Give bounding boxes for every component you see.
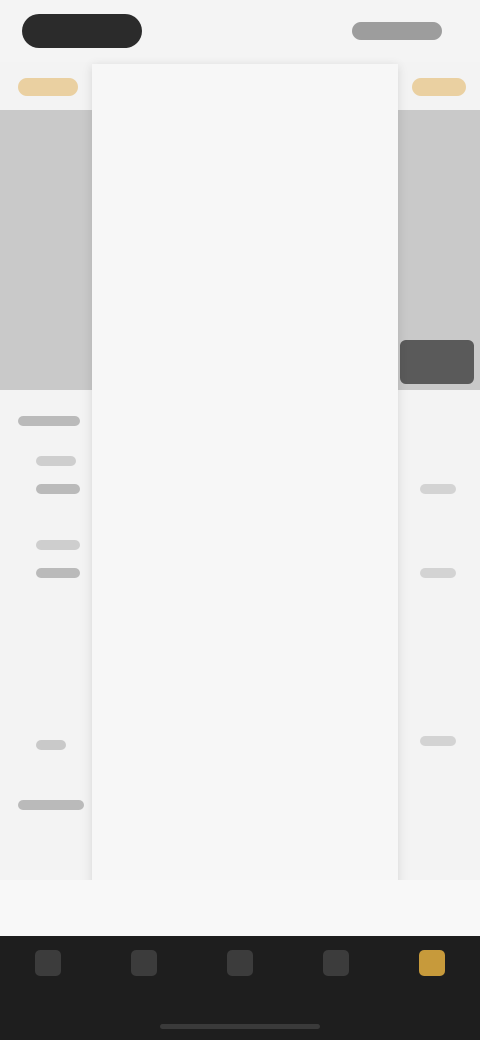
background-accent-label: [18, 78, 78, 96]
dropdown-item[interactable]: [92, 124, 398, 172]
dropdown-item[interactable]: [92, 314, 398, 362]
dropdown-item[interactable]: [92, 552, 398, 600]
dropdown-item[interactable]: [92, 457, 398, 505]
background-text: [36, 740, 66, 750]
profile-icon: [419, 950, 445, 976]
tab-home[interactable]: [0, 936, 96, 1040]
status-bar: [0, 0, 480, 62]
app-screen: [0, 0, 480, 1040]
dropdown-menu: [92, 64, 398, 924]
dropdown-item[interactable]: [92, 694, 398, 742]
dropdown-item[interactable]: [92, 647, 398, 695]
dropdown-item[interactable]: [92, 409, 398, 457]
background-text: [420, 568, 456, 578]
home-icon: [35, 950, 61, 976]
dropdown-list: [92, 124, 398, 924]
background-text: [18, 416, 80, 426]
tab-profile[interactable]: [384, 936, 480, 1040]
status-indicators: [352, 22, 442, 40]
background-accent-label: [412, 78, 466, 96]
background-text: [420, 736, 456, 746]
dropdown-item[interactable]: [92, 219, 398, 267]
grid-icon: [131, 950, 157, 976]
dropdown-item[interactable]: [92, 837, 398, 885]
background-text: [36, 540, 80, 550]
background-text: [420, 484, 456, 494]
dropdown-item[interactable]: [92, 789, 398, 837]
dropdown-item[interactable]: [92, 362, 398, 410]
wallet-icon: [323, 950, 349, 976]
background-text: [36, 484, 80, 494]
dropdown-item[interactable]: [92, 742, 398, 790]
background-banner: [0, 110, 92, 390]
background-text: [18, 800, 84, 810]
dropdown-item[interactable]: [92, 172, 398, 220]
background-button: [400, 340, 474, 384]
dropdown-item[interactable]: [92, 267, 398, 315]
background-text: [36, 456, 76, 466]
background-text: [36, 568, 80, 578]
dropdown-item[interactable]: [92, 504, 398, 552]
status-time-pill: [22, 14, 142, 48]
dropdown-item[interactable]: [92, 599, 398, 647]
home-indicator: [160, 1024, 320, 1029]
chart-icon: [227, 950, 253, 976]
menu-bottom-fade: [0, 880, 480, 936]
